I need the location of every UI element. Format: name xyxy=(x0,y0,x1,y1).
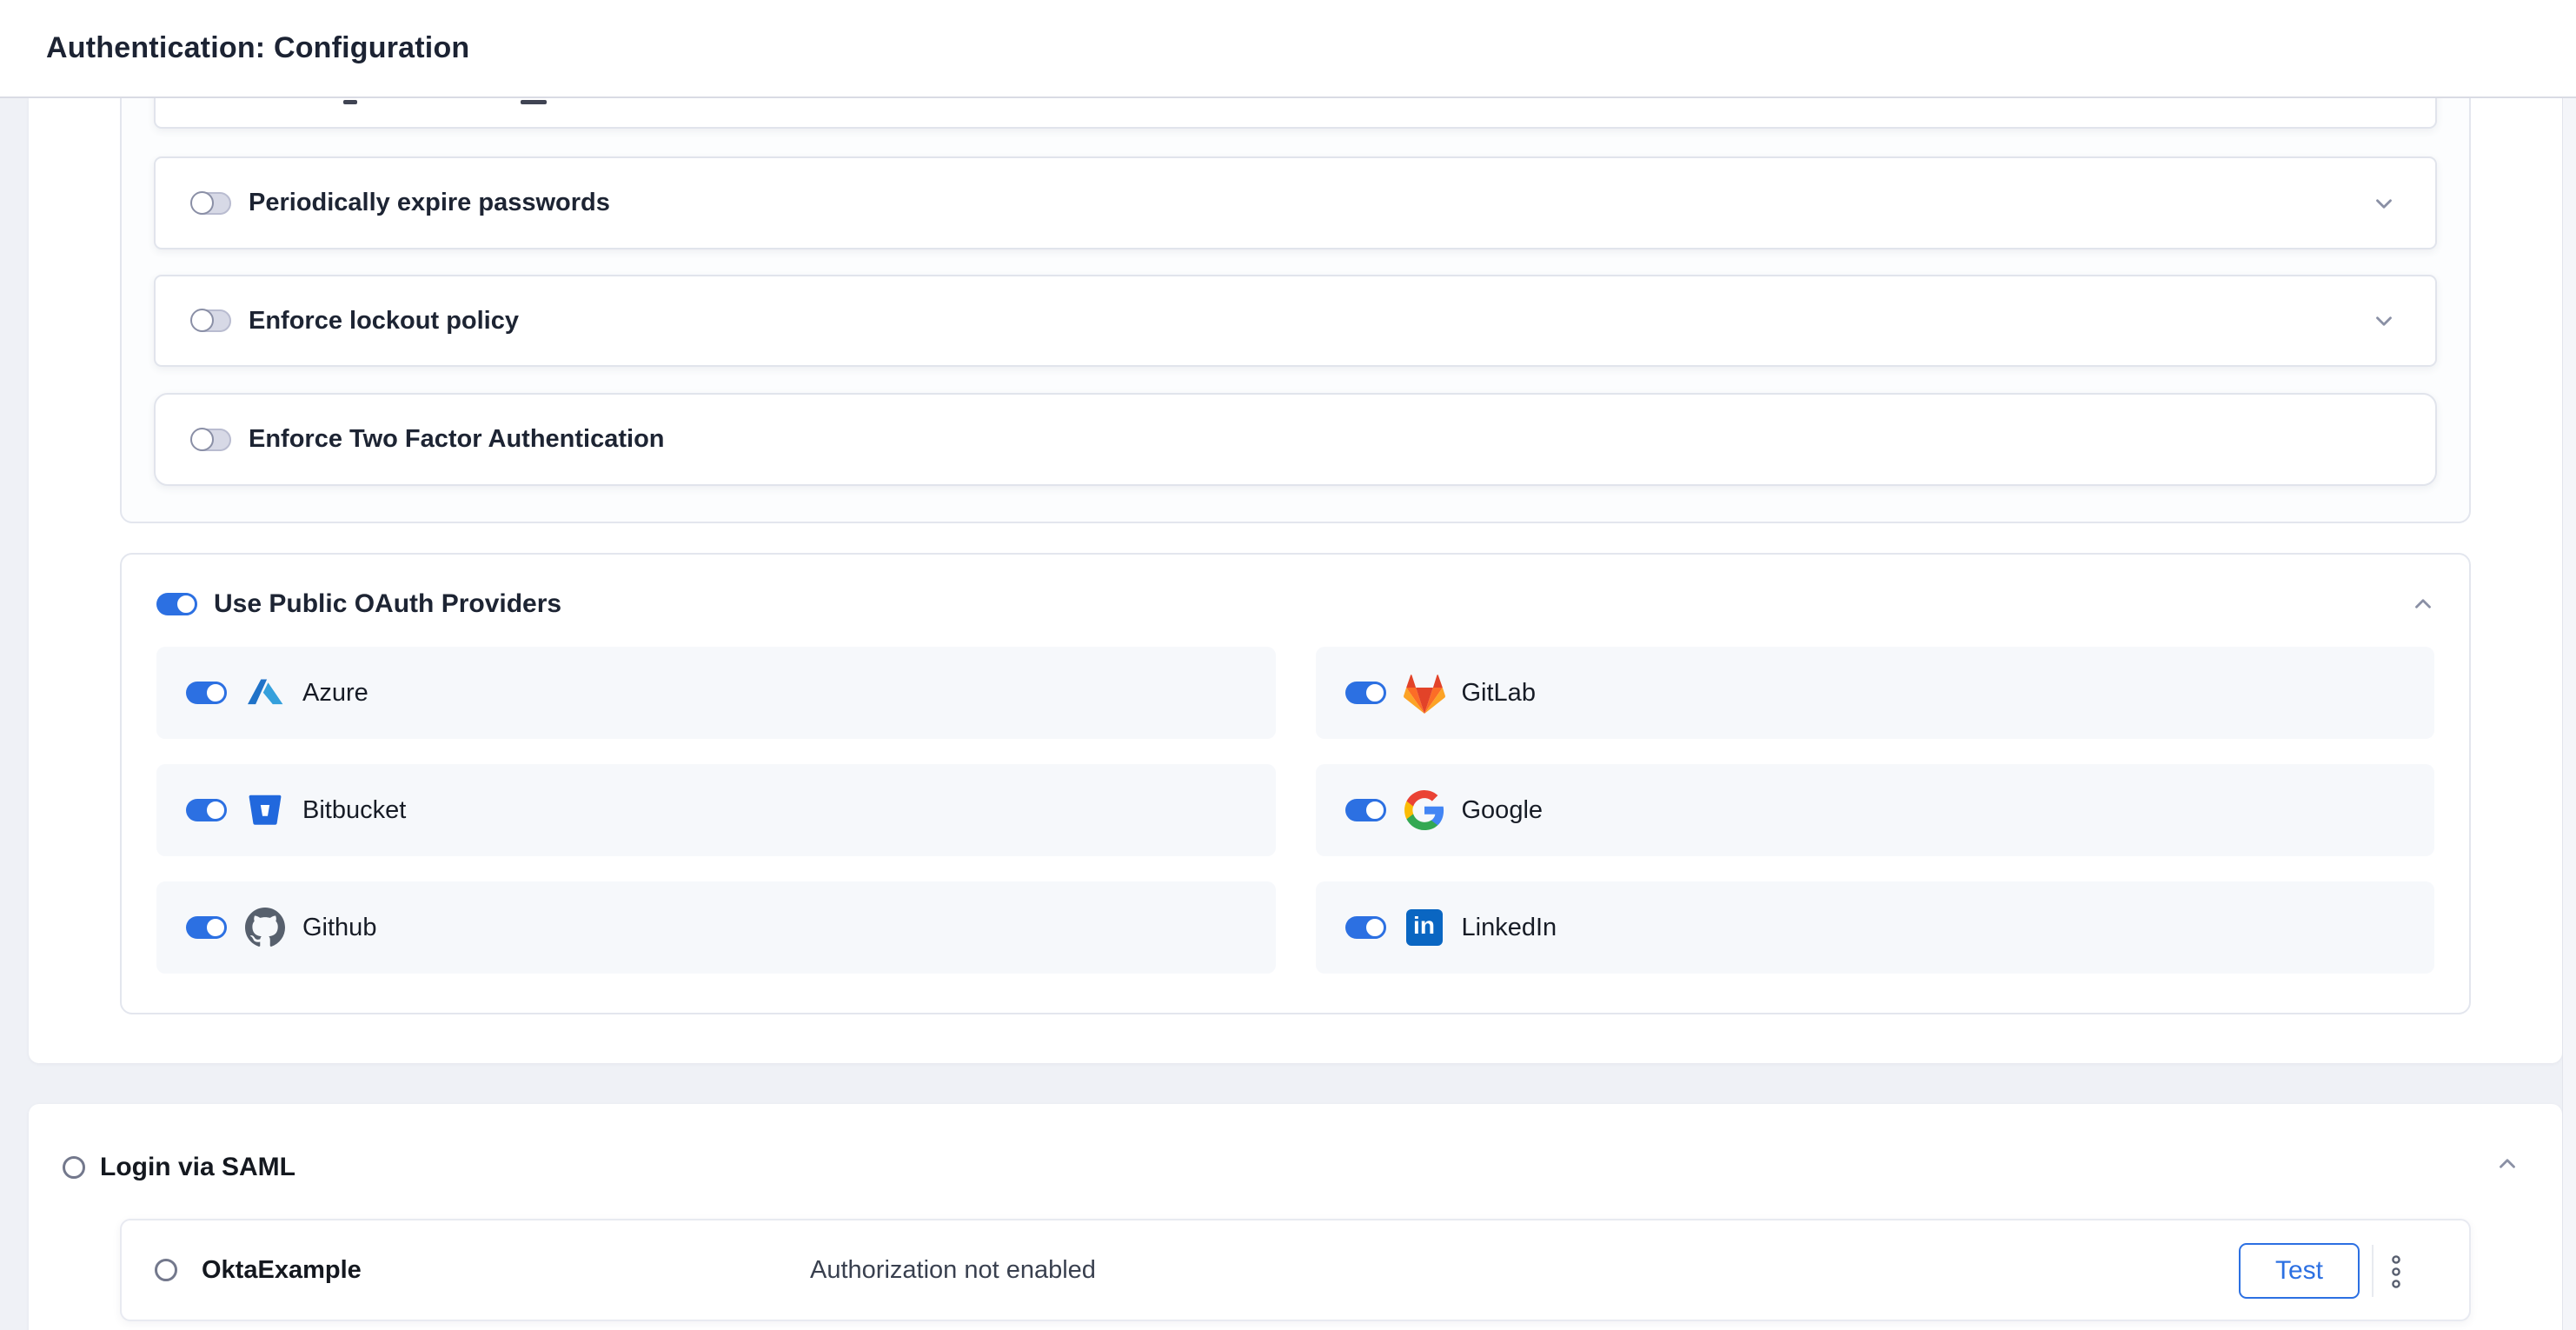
bitbucket-toggle[interactable] xyxy=(186,799,226,821)
toggle-knob xyxy=(190,428,214,451)
provider-grid: Azure GitLab xyxy=(156,647,2434,974)
github-icon xyxy=(240,902,290,953)
accordion-row-label: Periodically expire passwords xyxy=(249,189,610,217)
provider-row-google: Google xyxy=(1316,764,2435,856)
connection-name: OktaExample xyxy=(202,1256,362,1285)
saml-radio[interactable] xyxy=(63,1156,85,1179)
provider-name: Azure xyxy=(302,679,368,708)
oauth-providers-toggle[interactable] xyxy=(156,593,196,615)
test-button[interactable]: Test xyxy=(2239,1243,2360,1299)
clipped-text-remnant xyxy=(521,100,547,104)
gitlab-toggle[interactable] xyxy=(1345,682,1385,704)
bitbucket-icon xyxy=(240,785,290,835)
lockout-policy-toggle[interactable] xyxy=(191,309,231,332)
saml-section-header: Login via SAML xyxy=(63,1153,295,1182)
page-title: Authentication: Configuration xyxy=(46,31,469,65)
clipped-accordion-row[interactable] xyxy=(154,98,2437,129)
more-vertical-icon[interactable] xyxy=(2389,1254,2403,1290)
accordion-row-lockout-policy[interactable]: Enforce lockout policy xyxy=(154,275,2437,367)
provider-name: LinkedIn xyxy=(1462,914,1557,942)
accordion-row-label: Enforce Two Factor Authentication xyxy=(249,425,665,454)
connection-radio[interactable] xyxy=(155,1259,177,1281)
provider-row-azure: Azure xyxy=(156,647,1276,739)
toggle-knob xyxy=(1364,799,1386,821)
connection-status: Authorization not enabled xyxy=(810,1256,1096,1285)
toggle-knob xyxy=(1364,916,1386,939)
linkedin-icon: in xyxy=(1399,902,1450,953)
provider-row-linkedin: in LinkedIn xyxy=(1316,881,2435,974)
scrollbar-gutter[interactable] xyxy=(2562,98,2576,1330)
chevron-up-icon[interactable] xyxy=(2494,1151,2520,1177)
gitlab-icon xyxy=(1399,668,1450,718)
authentication-settings-card: Periodically expire passwords Enforce lo… xyxy=(29,98,2562,1063)
toggle-knob xyxy=(1364,682,1386,704)
chevron-down-icon xyxy=(2371,308,2397,334)
accordion-row-expire-passwords[interactable]: Periodically expire passwords xyxy=(154,156,2437,249)
provider-name: Github xyxy=(302,914,376,942)
linkedin-toggle[interactable] xyxy=(1345,916,1385,939)
azure-toggle[interactable] xyxy=(186,682,226,704)
toggle-knob xyxy=(190,191,214,215)
oauth-section-title: Use Public OAuth Providers xyxy=(214,589,561,619)
page-header: Authentication: Configuration xyxy=(0,0,2576,98)
saml-connection-card: OktaExample Authorization not enabled Te… xyxy=(120,1219,2471,1321)
provider-name: Bitbucket xyxy=(302,796,406,825)
oauth-section-header: Use Public OAuth Providers xyxy=(156,589,561,619)
saml-section-card: Login via SAML OktaExample Authorization… xyxy=(29,1104,2562,1330)
github-toggle[interactable] xyxy=(186,916,226,939)
accordion-row-two-factor[interactable]: Enforce Two Factor Authentication xyxy=(154,393,2437,486)
password-policy-group: Periodically expire passwords Enforce lo… xyxy=(120,98,2471,523)
provider-name: Google xyxy=(1462,796,1544,825)
azure-icon xyxy=(240,668,290,718)
google-toggle[interactable] xyxy=(1345,799,1385,821)
provider-row-bitbucket: Bitbucket xyxy=(156,764,1276,856)
expire-passwords-toggle[interactable] xyxy=(191,192,231,215)
toggle-knob xyxy=(204,916,227,939)
divider xyxy=(2372,1245,2374,1297)
toggle-knob xyxy=(175,593,197,615)
oauth-providers-group: Use Public OAuth Providers Azure xyxy=(120,553,2471,1014)
two-factor-toggle[interactable] xyxy=(191,429,231,451)
clipped-text-remnant xyxy=(343,100,357,104)
provider-row-github: Github xyxy=(156,881,1276,974)
chevron-up-icon[interactable] xyxy=(2410,591,2436,617)
google-icon xyxy=(1399,785,1450,835)
provider-name: GitLab xyxy=(1462,679,1536,708)
toggle-knob xyxy=(190,309,214,332)
provider-row-gitlab: GitLab xyxy=(1316,647,2435,739)
toggle-knob xyxy=(204,799,227,821)
toggle-knob xyxy=(204,682,227,704)
accordion-row-label: Enforce lockout policy xyxy=(249,307,519,336)
saml-section-title: Login via SAML xyxy=(100,1153,295,1182)
chevron-down-icon xyxy=(2371,190,2397,216)
